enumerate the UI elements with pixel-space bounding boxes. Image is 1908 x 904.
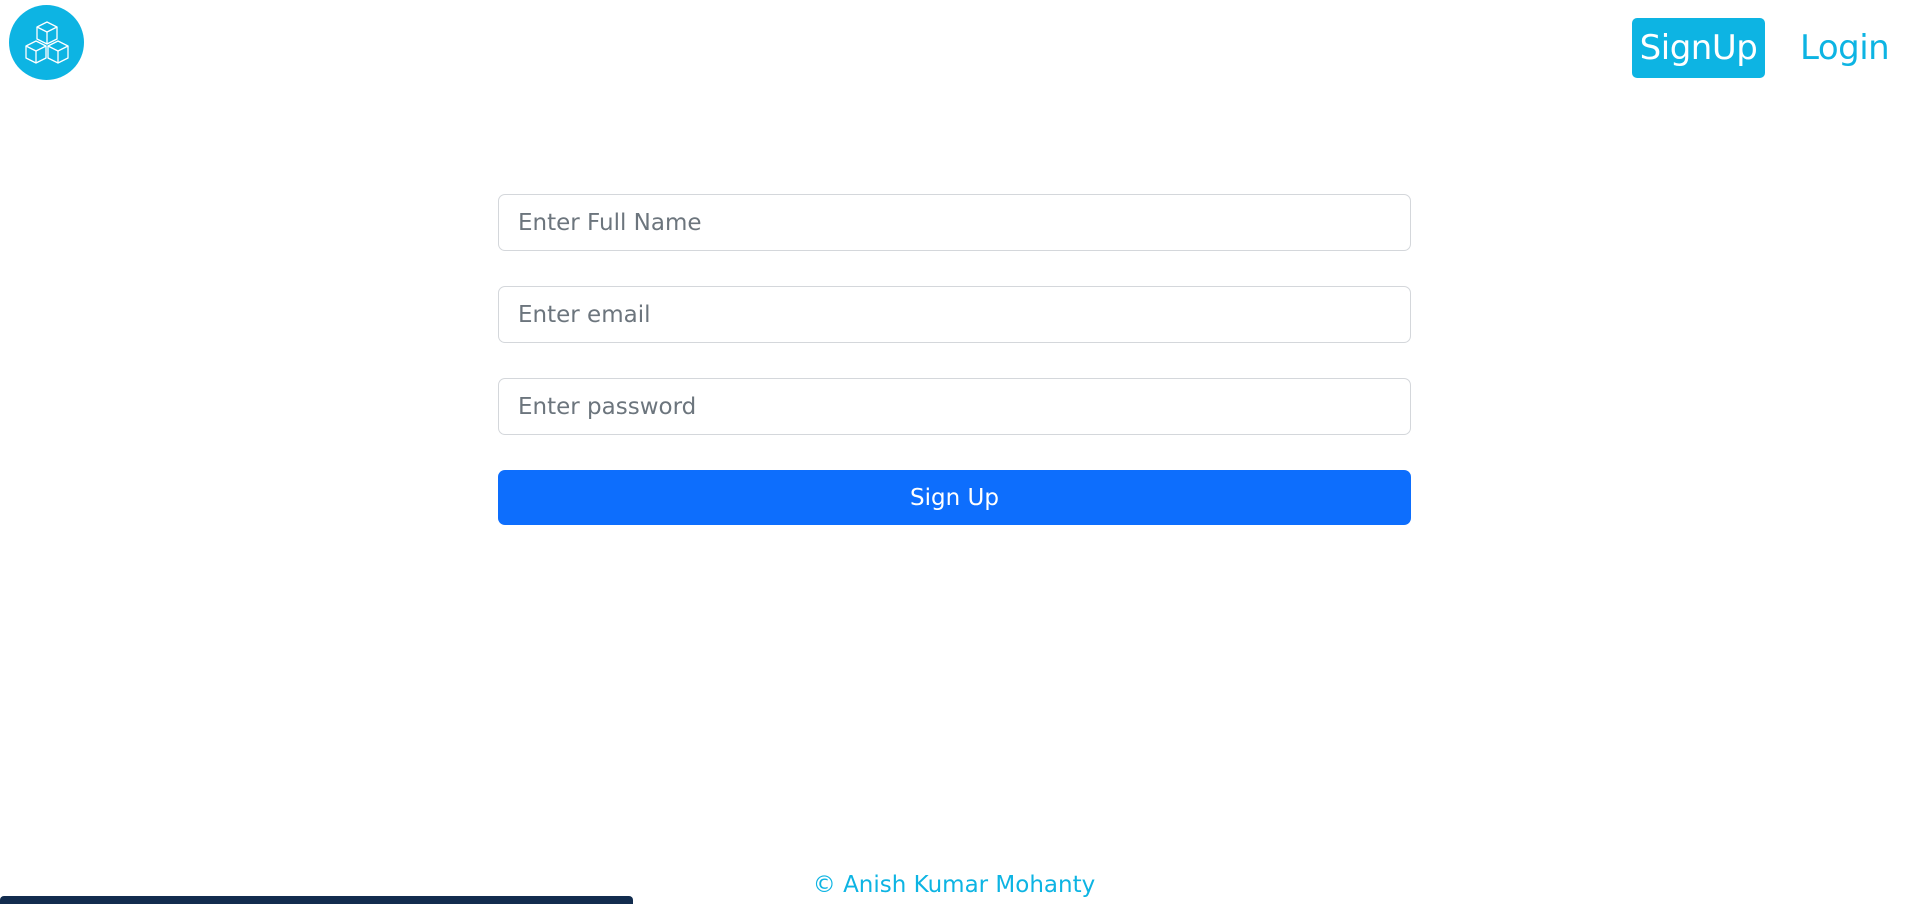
signup-submit-button[interactable]: Sign Up bbox=[498, 470, 1411, 525]
nav-signup-button[interactable]: SignUp bbox=[1632, 18, 1765, 78]
logo[interactable] bbox=[9, 5, 84, 80]
nav-login-link[interactable]: Login bbox=[1800, 18, 1890, 78]
footer-copyright: © Anish Kumar Mohanty bbox=[812, 872, 1096, 898]
bottom-bar bbox=[0, 896, 633, 904]
email-input[interactable] bbox=[498, 286, 1411, 343]
signup-page: SignUp Login Sign Up © Anish Kumar Mohan… bbox=[0, 0, 1908, 904]
full-name-input[interactable] bbox=[498, 194, 1411, 251]
password-input[interactable] bbox=[498, 378, 1411, 435]
boxes-icon bbox=[24, 20, 69, 64]
signup-form: Sign Up bbox=[498, 194, 1411, 525]
